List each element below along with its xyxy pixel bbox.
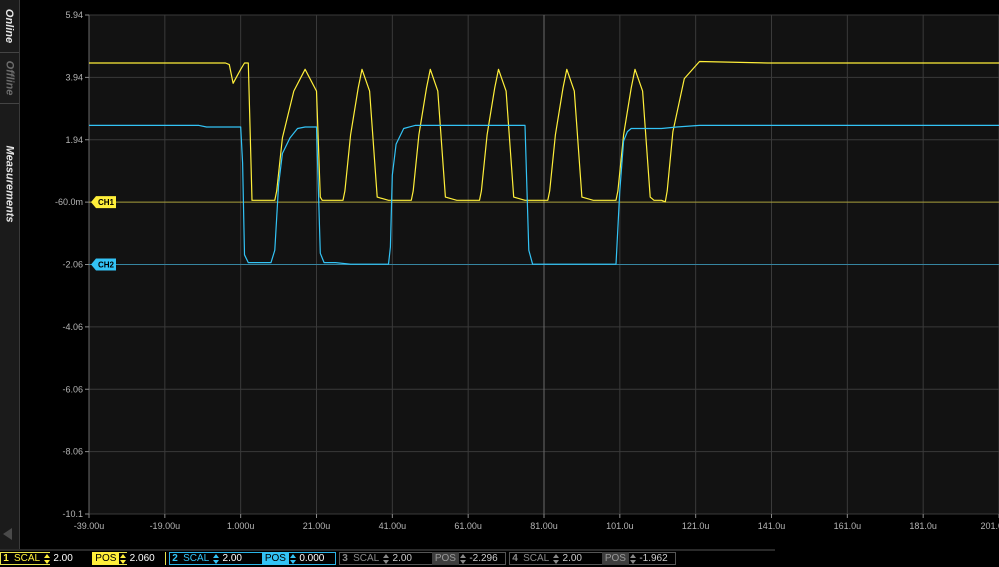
x-tick-label: 61.00u bbox=[454, 521, 482, 531]
ch4-pos-label: POS bbox=[601, 552, 629, 565]
x-tick-label: 101.0u bbox=[606, 521, 634, 531]
ch1-scal-label: SCAL bbox=[13, 553, 41, 564]
y-tick-label: -60.0m bbox=[55, 197, 83, 207]
ch3-pos-label: POS bbox=[431, 552, 459, 565]
y-tick-label: -4.06 bbox=[62, 322, 83, 332]
sidebar: Online Offline Measurements bbox=[0, 0, 20, 549]
y-tick-label: 3.94 bbox=[65, 72, 83, 82]
ch4-scal-label: SCAL bbox=[523, 553, 550, 564]
marker-ch1[interactable]: CH1 bbox=[91, 196, 116, 209]
ch1-scal-value[interactable]: 2.00 bbox=[50, 552, 93, 565]
x-tick-label: 141.0u bbox=[758, 521, 786, 531]
tab-measurements-label: Measurements bbox=[3, 145, 16, 223]
channel-3-settings[interactable]: 3 SCAL 2.00 POS -2.296 bbox=[339, 552, 506, 565]
ch4-scal-stepper-icon[interactable] bbox=[552, 552, 560, 565]
ch3-scal-label: SCAL bbox=[353, 553, 380, 564]
channel-4-settings[interactable]: 4 SCAL 2.00 POS -1.962 bbox=[509, 552, 676, 565]
ch3-pos-value[interactable]: -2.296 bbox=[466, 552, 505, 565]
tab-measurements[interactable]: Measurements bbox=[0, 104, 19, 264]
ch2-scal-stepper-icon[interactable] bbox=[212, 552, 220, 565]
ch3-number: 3 bbox=[342, 553, 348, 564]
ch3-scal-stepper-icon[interactable] bbox=[382, 552, 390, 565]
tab-online[interactable]: Online bbox=[0, 0, 19, 53]
status-divider bbox=[0, 549, 775, 551]
channel-1-settings[interactable]: 1 SCAL 2.00 POS 2.060 bbox=[0, 552, 166, 565]
x-tick-label: 121.0u bbox=[682, 521, 710, 531]
ch2-pos-stepper-icon[interactable] bbox=[289, 552, 297, 565]
y-tick-label: 1.94 bbox=[65, 135, 83, 145]
marker-label: CH2 bbox=[98, 261, 115, 270]
marker-label: CH1 bbox=[98, 198, 115, 207]
ch4-number: 4 bbox=[512, 553, 518, 564]
ch3-scal-value[interactable]: 2.00 bbox=[390, 552, 432, 565]
x-tick-label: 81.00u bbox=[530, 521, 558, 531]
channel-2-settings[interactable]: 2 SCAL 2.00 POS 0.000 bbox=[169, 552, 336, 565]
y-axis-ticks: 5.94 3.94 1.94 -60.0m -2.06 -4.06 -6.06 -8.06 -1… bbox=[55, 10, 89, 519]
x-tick-label: 201.0u bbox=[980, 521, 999, 531]
ch4-pos-value[interactable]: -1.962 bbox=[636, 552, 675, 565]
channel-status-bar: 1 SCAL 2.00 POS 2.060 2 SCAL 2.00 POS 0.… bbox=[0, 549, 999, 567]
y-tick-label: -10.1 bbox=[62, 509, 83, 519]
y-tick-label: -2.06 bbox=[62, 260, 83, 270]
y-tick-label: 5.94 bbox=[65, 10, 83, 20]
ch2-pos-value[interactable]: 0.000 bbox=[296, 552, 335, 565]
tab-offline-label: Offline bbox=[3, 60, 16, 96]
ch4-pos-stepper-icon[interactable] bbox=[629, 552, 637, 565]
oscilloscope-display[interactable]: 5.94 3.94 1.94 -60.0m -2.06 -4.06 -6.06 -8.06 -1… bbox=[20, 0, 999, 549]
ch1-number: 1 bbox=[3, 553, 9, 564]
ch1-scal-stepper-icon[interactable] bbox=[43, 552, 51, 565]
x-tick-label: -19.00u bbox=[150, 521, 181, 531]
x-tick-label: 1.000u bbox=[227, 521, 255, 531]
x-tick-label: 161.0u bbox=[834, 521, 862, 531]
x-axis-ticks: -39.00u -19.00u 1.000u 21.00u 41.00u 61.00u 81… bbox=[74, 514, 999, 531]
tab-offline[interactable]: Offline bbox=[0, 53, 19, 104]
x-tick-label: 181.0u bbox=[909, 521, 937, 531]
ch2-number: 2 bbox=[172, 553, 178, 564]
x-tick-label: 41.00u bbox=[379, 521, 407, 531]
ch4-scal-value[interactable]: 2.00 bbox=[560, 552, 602, 565]
x-tick-label: -39.00u bbox=[74, 521, 105, 531]
ch2-scal-label: SCAL bbox=[183, 553, 210, 564]
ch1-pos-label: POS bbox=[92, 552, 120, 565]
ch2-pos-label: POS bbox=[261, 552, 289, 565]
ch1-pos-stepper-icon[interactable] bbox=[119, 552, 127, 565]
ch2-scal-value[interactable]: 2.00 bbox=[220, 552, 262, 565]
ch1-pos-value[interactable]: 2.060 bbox=[126, 552, 165, 565]
y-tick-label: -6.06 bbox=[62, 384, 83, 394]
ch3-pos-stepper-icon[interactable] bbox=[459, 552, 467, 565]
tab-online-label: Online bbox=[3, 8, 16, 44]
collapse-arrow-icon[interactable] bbox=[3, 528, 12, 540]
marker-ch2[interactable]: CH2 bbox=[91, 258, 116, 271]
x-tick-label: 21.00u bbox=[303, 521, 331, 531]
y-tick-label: -8.06 bbox=[62, 447, 83, 457]
